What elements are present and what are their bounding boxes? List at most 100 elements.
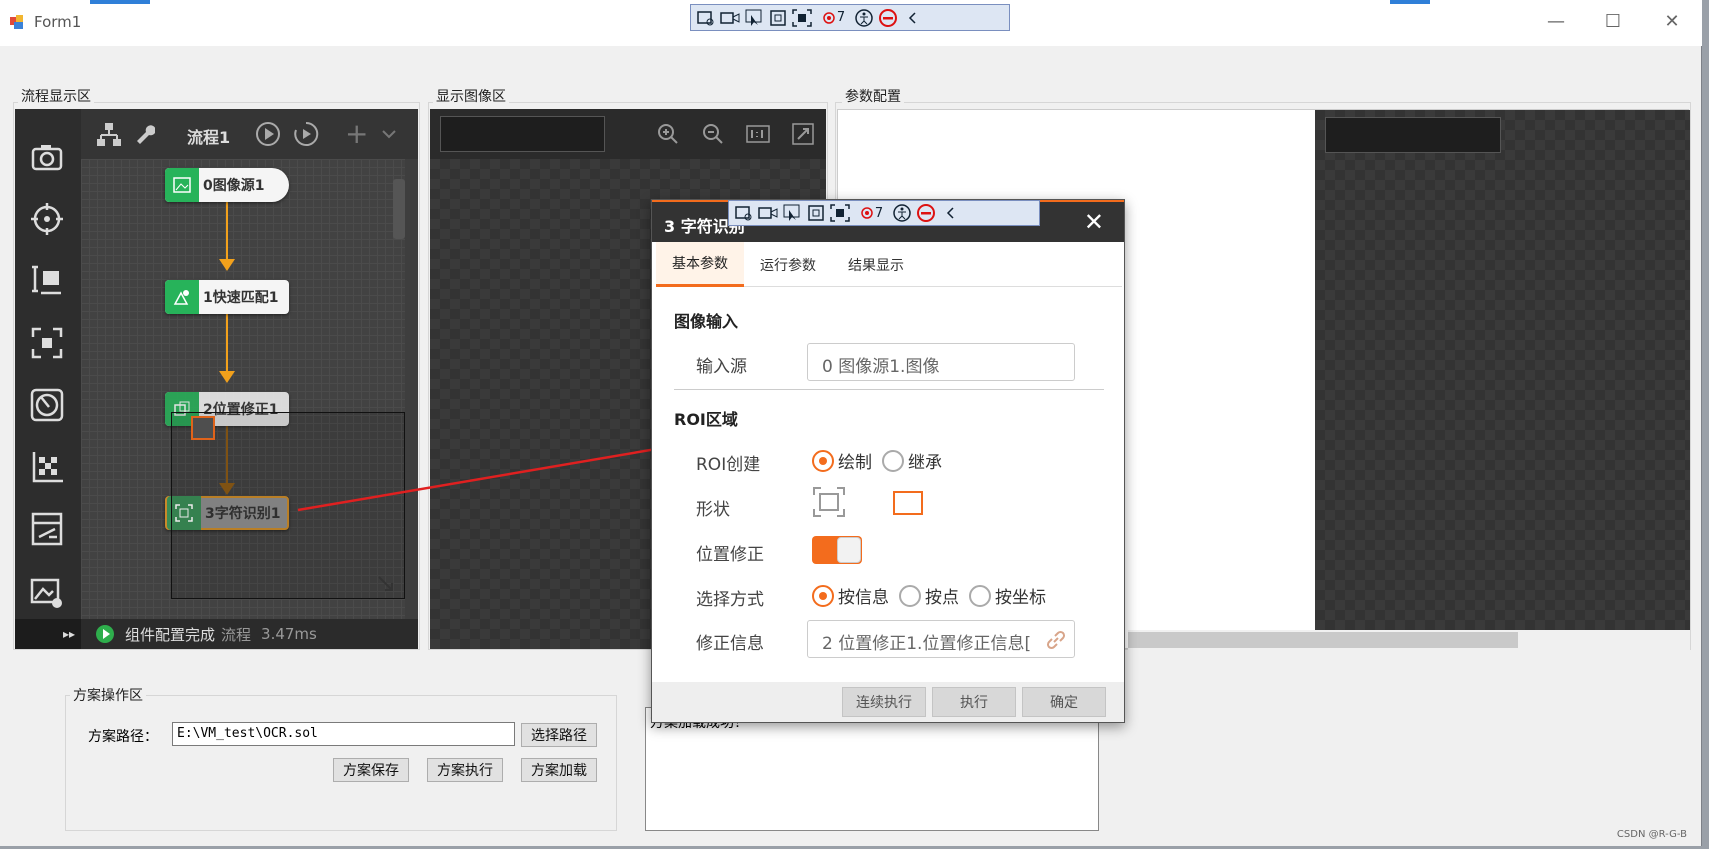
section-roi: ROI区域 [674, 410, 738, 429]
flow-toolbar: 流程1 + [81, 109, 418, 159]
radio-draw[interactable] [812, 449, 834, 472]
flow-node-fast-match[interactable]: 1快速匹配1 [165, 280, 289, 314]
region-icon[interactable] [805, 203, 827, 223]
record-count: 7 [874, 205, 884, 221]
record-count-icon[interactable]: 7 [815, 8, 851, 28]
link-icon[interactable] [1046, 630, 1066, 650]
minimize-button[interactable]: — [1544, 11, 1568, 32]
measure-icon[interactable] [29, 263, 65, 299]
arrow-head-icon [219, 371, 235, 383]
flow-tree-icon[interactable] [95, 121, 123, 149]
scheme-group-title: 方案操作区 [70, 685, 146, 705]
window-title: Form1 [34, 13, 82, 31]
flow-tab-title[interactable]: 流程1 [187, 124, 230, 148]
image-group-title: 显示图像区 [433, 86, 509, 106]
calibrate-icon[interactable] [29, 387, 65, 423]
stop-icon[interactable] [877, 8, 899, 28]
flow-scrollbar[interactable] [393, 179, 405, 239]
stop-icon[interactable] [915, 203, 937, 223]
position-fix-toggle[interactable] [812, 536, 862, 564]
run-scheme-button[interactable]: 方案执行 [427, 758, 503, 782]
taskbar-fragment [1390, 0, 1430, 4]
expand-icon[interactable]: ▸▸ [15, 619, 81, 649]
confirm-button[interactable]: 确定 [1022, 687, 1106, 717]
choose-path-button[interactable]: 选择路径 [521, 723, 597, 747]
grid-icon[interactable] [29, 449, 65, 485]
pointer-capture-icon[interactable] [781, 203, 803, 223]
tab-results[interactable]: 结果显示 [832, 242, 920, 287]
calc-icon[interactable] [29, 511, 65, 547]
close-button[interactable]: ✕ [1660, 11, 1684, 32]
flow-connector [226, 202, 228, 264]
flow-node-label: 0图像源1 [203, 178, 265, 194]
image-settings-icon[interactable] [29, 575, 65, 611]
radio-inherit[interactable] [882, 449, 904, 472]
image-toolbar [430, 109, 826, 159]
fix-info-field[interactable]: 2 位置修正1.位置修正信息[ [807, 620, 1075, 658]
target-icon[interactable] [29, 201, 65, 237]
param-image-dropdown[interactable] [1325, 117, 1501, 153]
main-window: Form1 — ☐ ✕ 7 流程显示区 显示图像区 参数配置 流程1 + 0图像… [0, 0, 1702, 846]
app-icon [10, 15, 23, 29]
shape-fullscreen-icon[interactable] [812, 486, 846, 518]
window-capture-icon[interactable] [733, 203, 755, 223]
run-button[interactable]: 执行 [932, 687, 1016, 717]
maximize-button[interactable]: ☐ [1601, 11, 1625, 32]
radio-by-info[interactable] [812, 584, 834, 607]
status-text: 组件配置完成 [125, 625, 216, 644]
watermark: CSDN @R-G-B [1616, 829, 1687, 840]
accessibility-icon[interactable] [891, 203, 913, 223]
accessibility-icon[interactable] [853, 8, 875, 28]
continuous-run-button[interactable]: 连续执行 [842, 687, 926, 717]
arrow-head-icon [219, 259, 235, 271]
image-select-dropdown[interactable] [440, 116, 605, 152]
dialog-close-icon[interactable]: ✕ [1084, 208, 1104, 236]
select-mode-radio-group: 按信息 按点 按坐标 [812, 583, 1052, 608]
flow-connector [226, 314, 228, 376]
radio-by-coord[interactable] [969, 584, 991, 607]
shape-rectangle-icon[interactable] [892, 490, 924, 516]
fit-icon[interactable] [792, 123, 814, 145]
collapse-icon[interactable] [901, 8, 923, 28]
actual-size-icon[interactable] [746, 123, 770, 145]
region-icon[interactable] [767, 8, 789, 28]
match-icon [165, 280, 199, 314]
shape-label: 形状 [696, 500, 730, 520]
load-scheme-button[interactable]: 方案加载 [521, 758, 597, 782]
camera-icon[interactable] [29, 139, 65, 175]
log-textbox[interactable]: 方案加载成功！ [645, 707, 1099, 831]
flow-node-image-source[interactable]: 0图像源1 [165, 168, 289, 202]
ocr-dialog: 3 字符识别 ✕ 7 基本参数 运行参数 结果显示 图像输入 输入源 0 图像源… [651, 199, 1125, 723]
param-image-display[interactable] [1315, 110, 1690, 630]
radio-label: 绘制 [838, 453, 872, 473]
add-icon[interactable]: + [345, 117, 368, 150]
input-source-field[interactable]: 0 图像源1.图像 [807, 343, 1075, 381]
zoom-out-icon[interactable] [702, 123, 724, 145]
zoom-in-icon[interactable] [657, 123, 679, 145]
wrench-icon[interactable] [133, 123, 155, 145]
collapse-icon[interactable] [939, 203, 961, 223]
run-loop-icon[interactable] [293, 121, 319, 147]
radio-by-point[interactable] [899, 584, 921, 607]
horizontal-scrollbar[interactable] [1128, 630, 1690, 650]
locate-icon[interactable] [29, 325, 65, 361]
position-fix-label: 位置修正 [696, 545, 764, 565]
video-icon[interactable] [757, 203, 779, 223]
play-icon[interactable] [95, 624, 115, 644]
window-capture-icon[interactable] [695, 8, 717, 28]
video-icon[interactable] [719, 8, 741, 28]
roi-create-label: ROI创建 [696, 455, 761, 475]
scroll-capture-icon[interactable] [791, 8, 813, 28]
pointer-capture-icon[interactable] [743, 8, 765, 28]
taskbar-fragment [90, 0, 150, 4]
run-once-icon[interactable] [255, 121, 281, 147]
path-input[interactable]: E:\VM_test\OCR.sol [172, 722, 515, 746]
radio-label: 按信息 [838, 588, 889, 608]
record-count-icon[interactable]: 7 [853, 203, 889, 223]
flow-status-bar: 组件配置完成 流程 3.47ms [81, 619, 418, 649]
save-scheme-button[interactable]: 方案保存 [333, 758, 409, 782]
tab-basic-params[interactable]: 基本参数 [656, 242, 744, 287]
scroll-capture-icon[interactable] [829, 203, 851, 223]
tab-run-params[interactable]: 运行参数 [744, 242, 832, 287]
chevron-down-icon[interactable] [381, 129, 397, 139]
